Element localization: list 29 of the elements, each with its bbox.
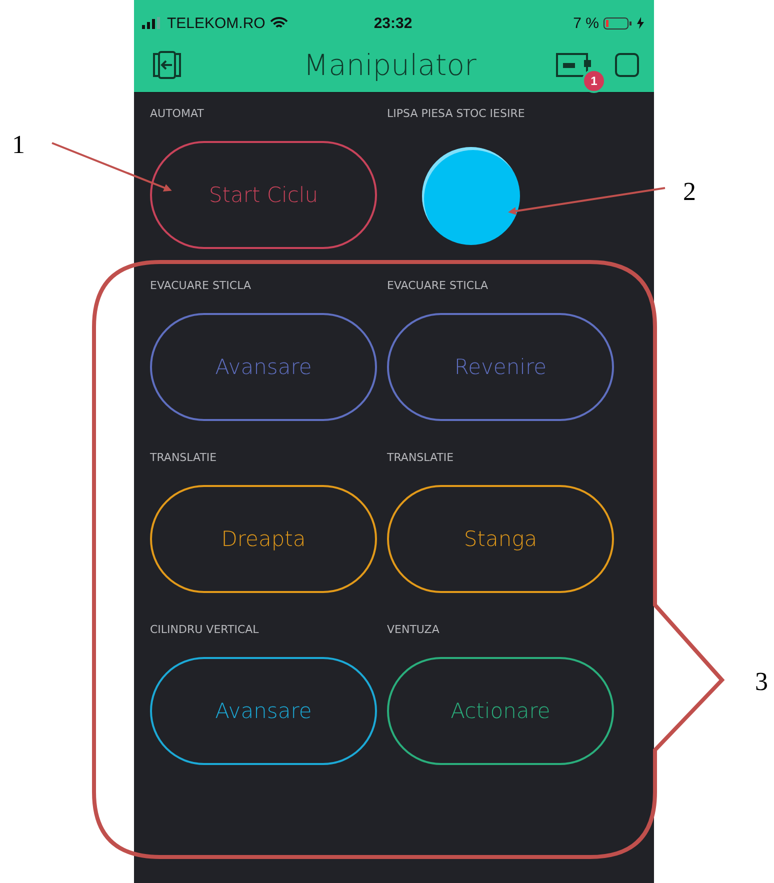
signal-icon — [142, 17, 162, 29]
battery-icon — [603, 16, 633, 30]
battery-percent: 7 % — [573, 14, 599, 32]
control-button[interactable]: Revenire — [387, 313, 614, 421]
clock-time: 23:32 — [374, 14, 412, 32]
exit-button[interactable] — [150, 51, 184, 79]
widget-label: VENTUZA — [387, 623, 440, 637]
widget-label: TRANSLATIE — [387, 451, 454, 465]
widget-label: EVACUARE STICLA — [150, 279, 251, 293]
annotation-number: 3 — [755, 667, 768, 696]
app-title: Manipulator — [302, 48, 478, 82]
control-button[interactable]: Start Ciclu — [150, 141, 377, 249]
widget-label: EVACUARE STICLA — [387, 279, 488, 293]
control-button[interactable]: Stanga — [387, 485, 614, 593]
wifi-icon — [270, 16, 288, 30]
annotation-number: 2 — [683, 177, 696, 206]
control-button[interactable]: Avansare — [150, 657, 377, 765]
square-button[interactable] — [614, 52, 640, 78]
annotation-number: 1 — [12, 130, 25, 159]
widget-label: CILINDRU VERTICAL — [150, 623, 259, 637]
charging-icon — [637, 17, 644, 29]
widget-label: TRANSLATIE — [150, 451, 217, 465]
widget-label: LIPSA PIESA STOC IESIRE — [387, 107, 525, 121]
widget-label: AUTOMAT — [150, 107, 204, 121]
control-button[interactable]: Avansare — [150, 313, 377, 421]
carrier-name: TELEKOM.RO — [167, 14, 266, 32]
notification-badge: 1 — [582, 69, 606, 93]
control-button[interactable]: Actionare — [387, 657, 614, 765]
control-button[interactable]: Dreapta — [150, 485, 377, 593]
